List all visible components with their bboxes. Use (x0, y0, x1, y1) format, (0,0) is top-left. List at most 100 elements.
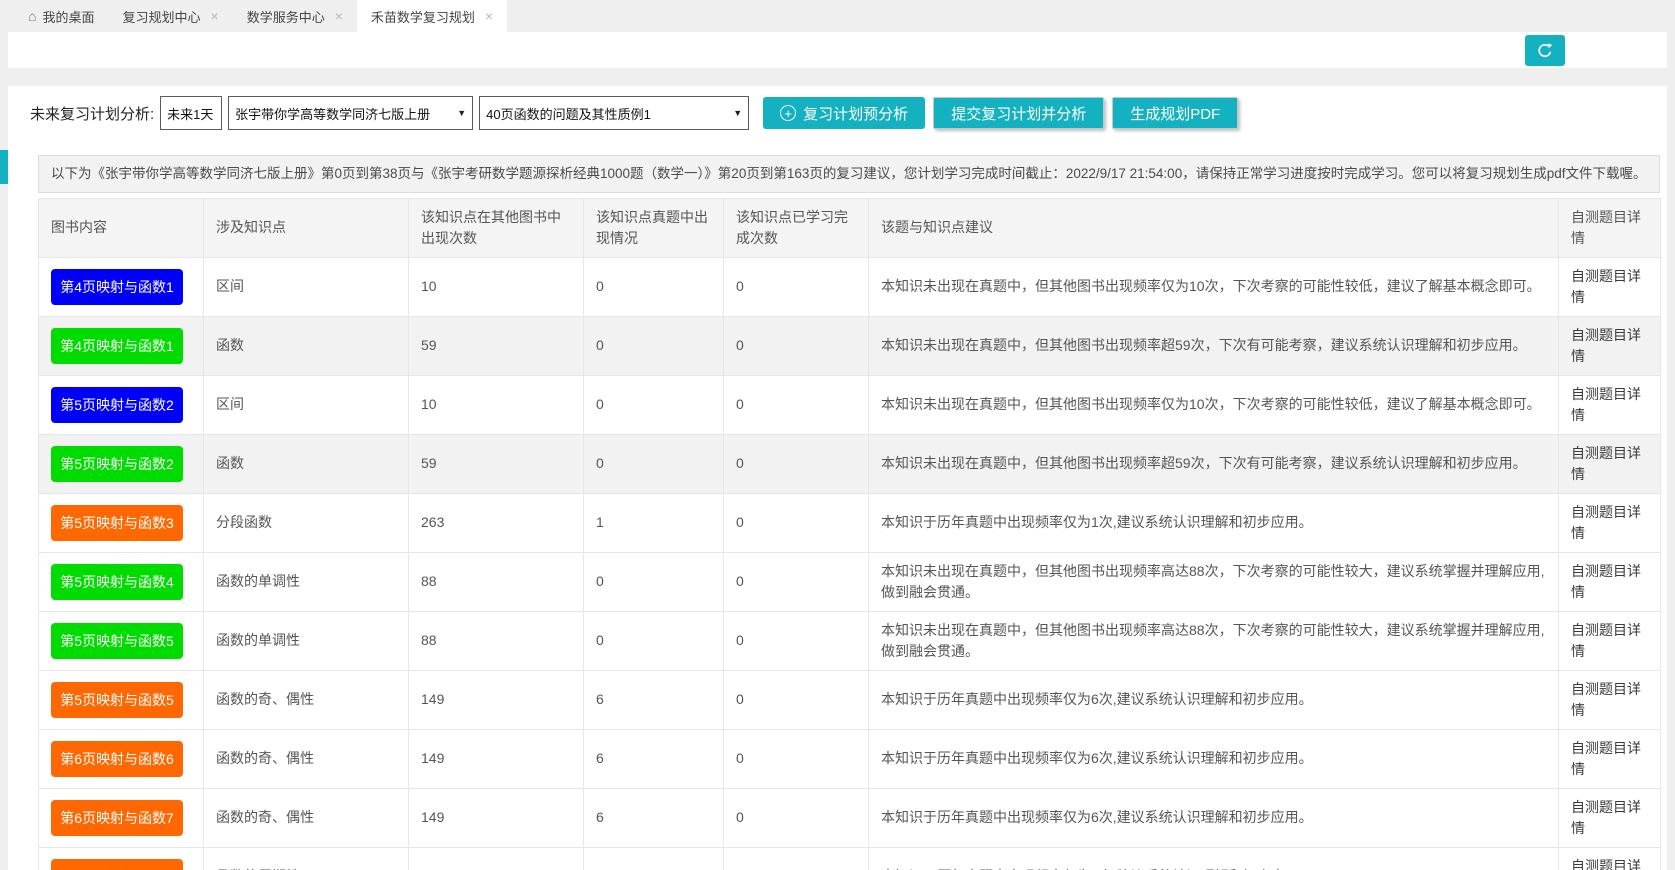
chevron-down-icon: ▼ (457, 108, 467, 118)
submit-plan-label: 提交复习计划并分析 (951, 105, 1087, 123)
chevron-down-icon: ▼ (219, 108, 221, 118)
pre-analyze-button[interactable]: + 复习计划预分析 (763, 97, 926, 129)
book-content-button[interactable]: 第5页映射与函数5 (51, 681, 183, 718)
knowledge-point-cell: 函数的单调性 (203, 610, 409, 671)
close-icon[interactable]: × (335, 9, 343, 23)
real-exam-count-cell: 5 (583, 846, 724, 870)
tab-review-plan-center[interactable]: 复习规划中心 × (108, 0, 232, 32)
advice-cell: 本知识未出现在真题中，但其他图书出现频率高达88次，下次考察的可能性较大，建议系… (868, 551, 1559, 612)
completed-count-cell: 0 (723, 669, 869, 730)
completed-count-cell: 0 (723, 787, 869, 848)
page-header-bar (8, 32, 1667, 68)
book-content-cell: 第4页映射与函数1 (38, 256, 204, 317)
other-books-count-cell: 59 (408, 433, 584, 494)
other-books-count-cell: 149 (408, 787, 584, 848)
section-select[interactable]: 40页函数的问题及其性质例1 ▼ (479, 96, 750, 130)
completed-count-cell: 0 (723, 846, 869, 870)
knowledge-point-cell: 函数的奇、偶性 (203, 669, 409, 730)
advice-cell: 本知识未出现在真题中，但其他图书出现频率仅为10次，下次考察的可能性较低，建议了… (868, 256, 1559, 317)
self-test-detail-link[interactable]: 自测题目详情 (1558, 551, 1661, 612)
advice-cell: 本知识未出现在真题中，但其他图书出现频率超59次，下次有可能考察，建议系统认识理… (868, 315, 1559, 376)
completed-count-cell: 0 (723, 433, 869, 494)
book-content-button[interactable]: 第5页映射与函数2 (51, 445, 183, 482)
book-content-button[interactable]: 第6页映射与函数6 (51, 740, 183, 777)
table-row: 第6页映射与函数7 函数的奇、偶性 149 6 0 本知识于历年真题中出现频率仅… (38, 787, 1661, 848)
tab-bar: ⌂ 我的桌面 复习规划中心 × 数学服务中心 × 禾苗数学复习规划 × (0, 0, 1675, 32)
tab-my-desktop[interactable]: ⌂ 我的桌面 (14, 0, 108, 32)
header-knowledge-point: 涉及知识点 (203, 197, 409, 258)
other-books-count-cell: 88 (408, 551, 584, 612)
tab-label: 复习规划中心 (122, 9, 201, 25)
chevron-down-icon: ▼ (733, 108, 743, 118)
table-row: 第5页映射与函数5 函数的奇、偶性 149 6 0 本知识于历年真题中出现频率仅… (38, 669, 1661, 730)
other-books-count-cell: 59 (408, 315, 584, 376)
book-content-button[interactable]: 第4页映射与函数1 (51, 327, 183, 364)
real-exam-count-cell: 0 (583, 256, 724, 317)
real-exam-count-cell: 0 (583, 610, 724, 671)
self-test-detail-link[interactable]: 自测题目详情 (1558, 669, 1661, 730)
self-test-detail-link[interactable]: 自测题目详情 (1558, 846, 1661, 870)
close-icon[interactable]: × (211, 9, 219, 23)
self-test-detail-link[interactable]: 自测题目详情 (1558, 256, 1661, 317)
book-content-cell: 第6页映射与函数6 (38, 728, 204, 789)
self-test-detail-link[interactable]: 自测题目详情 (1558, 728, 1661, 789)
other-books-count-cell: 263 (408, 492, 584, 553)
book-content-button[interactable]: 第7页映射与函数8 (51, 858, 183, 870)
self-test-detail-link[interactable]: 自测题目详情 (1558, 787, 1661, 848)
knowledge-point-cell: 函数的奇、偶性 (203, 787, 409, 848)
knowledge-point-cell: 区间 (203, 374, 409, 435)
plus-circle-icon: + (780, 105, 797, 121)
submit-plan-button[interactable]: 提交复习计划并分析 (933, 97, 1105, 129)
book-content-cell: 第5页映射与函数5 (38, 669, 204, 730)
book-select[interactable]: 张宇带你学高等数学同济七版上册 ▼ (228, 96, 474, 130)
knowledge-point-cell: 分段函数 (203, 492, 409, 553)
completed-count-cell: 0 (723, 551, 869, 612)
plan-notice: 以下为《张宇带你学高等数学同济七版上册》第0页到第38页与《张宇考研数学题源探析… (38, 155, 1660, 193)
book-value: 张宇带你学高等数学同济七版上册 (235, 106, 431, 122)
advice-cell: 本知识于历年真题中出现频率仅为1次,建议系统认识理解和初步应用。 (868, 492, 1559, 553)
advice-cell: 本知识于历年真题中出现频率仅为6次,建议系统认识理解和初步应用。 (868, 787, 1559, 848)
book-content-button[interactable]: 第5页映射与函数5 (51, 622, 183, 659)
tab-hemiao-math-review-plan[interactable]: 禾苗数学复习规划 × (356, 0, 508, 32)
real-exam-count-cell: 1 (583, 492, 724, 553)
completed-count-cell: 0 (723, 315, 869, 376)
book-content-cell: 第5页映射与函数2 (38, 433, 204, 494)
table-row: 第5页映射与函数2 函数 59 0 0 本知识未出现在真题中，但其他图书出现频率… (38, 433, 1661, 494)
book-content-button[interactable]: 第6页映射与函数7 (51, 799, 183, 836)
self-test-detail-link[interactable]: 自测题目详情 (1558, 374, 1661, 435)
table-row: 第5页映射与函数3 分段函数 263 1 0 本知识于历年真题中出现频率仅为1次… (38, 492, 1661, 553)
completed-count-cell: 0 (723, 492, 869, 553)
table-row: 第5页映射与函数5 函数的单调性 88 0 0 本知识未出现在真题中，但其他图书… (38, 610, 1661, 671)
self-test-detail-link[interactable]: 自测题目详情 (1558, 610, 1661, 671)
book-content-button[interactable]: 第5页映射与函数4 (51, 563, 183, 600)
tab-math-service-center[interactable]: 数学服务中心 × (233, 0, 357, 32)
close-icon[interactable]: × (485, 9, 493, 23)
self-test-detail-link[interactable]: 自测题目详情 (1558, 492, 1661, 553)
real-exam-count-cell: 0 (583, 374, 724, 435)
review-plan-table: 图书内容 涉及知识点 该知识点在其他图书中出现次数 该知识点真题中出现情况 该知… (38, 197, 1661, 870)
header-completed-count: 该知识点已学习完成次数 (723, 197, 869, 258)
book-content-cell: 第6页映射与函数7 (38, 787, 204, 848)
book-content-cell: 第7页映射与函数8 (38, 846, 204, 870)
real-exam-count-cell: 6 (583, 728, 724, 789)
other-books-count-cell: 88 (408, 610, 584, 671)
timeframe-select[interactable]: 未来1天 ▼ (160, 96, 223, 130)
completed-count-cell: 0 (723, 256, 869, 317)
advice-cell: 本知识于历年真题中出现频率仅为5次,建议系统认识理解和初步应用。 (868, 846, 1559, 870)
other-books-count-cell: 149 (408, 669, 584, 730)
header-self-test-detail: 自测题目详情 (1558, 197, 1661, 258)
other-books-count-cell: 123 (408, 846, 584, 870)
advice-cell: 本知识未出现在真题中，但其他图书出现频率高达88次，下次考察的可能性较大，建议系… (868, 610, 1559, 671)
book-content-button[interactable]: 第5页映射与函数3 (51, 504, 183, 541)
left-accent-strip (0, 150, 8, 184)
table-row: 第4页映射与函数1 函数 59 0 0 本知识未出现在真题中，但其他图书出现频率… (38, 315, 1661, 376)
knowledge-point-cell: 函数的奇、偶性 (203, 728, 409, 789)
self-test-detail-link[interactable]: 自测题目详情 (1558, 315, 1661, 376)
refresh-button[interactable] (1525, 35, 1565, 66)
self-test-detail-link[interactable]: 自测题目详情 (1558, 433, 1661, 494)
book-content-button[interactable]: 第5页映射与函数2 (51, 386, 183, 423)
generate-pdf-button[interactable]: 生成规划PDF (1112, 97, 1239, 129)
completed-count-cell: 0 (723, 374, 869, 435)
book-content-button[interactable]: 第4页映射与函数1 (51, 268, 183, 305)
completed-count-cell: 0 (723, 610, 869, 671)
